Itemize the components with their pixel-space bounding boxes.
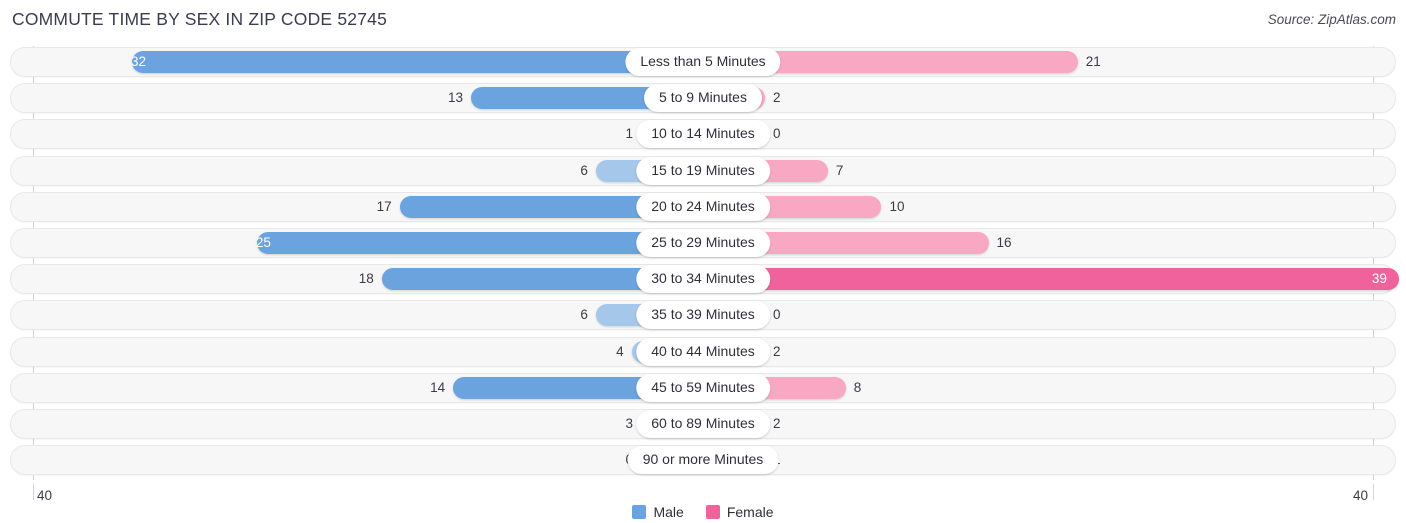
value-female: 0 [773,307,781,323]
category-label: 90 or more Minutes [627,446,779,475]
chart-row: 18 39 30 to 34 Minutes [0,261,1406,297]
legend-item-female[interactable]: Female [705,504,774,520]
category-label: 30 to 34 Minutes [636,265,770,294]
value-female: 2 [773,343,781,359]
value-female: 10 [889,198,905,214]
legend-swatch-icon [632,505,647,519]
chart-footer: 40 40 Male Female [0,484,1406,523]
chart-row: 32 21 Less than 5 Minutes [0,44,1406,80]
page-title: COMMUTE TIME BY SEX IN ZIP CODE 52745 [12,9,388,29]
chart-header: COMMUTE TIME BY SEX IN ZIP CODE 52745 So… [0,0,1406,44]
bar-female[interactable] [703,268,1399,291]
category-label: 35 to 39 Minutes [636,301,770,330]
value-female: 2 [773,415,781,431]
value-female: 7 [835,162,844,178]
value-male: 32 [130,54,146,69]
category-label: 40 to 44 Minutes [636,337,770,366]
value-male: 0 [573,449,633,471]
source-attribution: Source: ZipAtlas.com [1267,12,1396,27]
chart-row: 0190 or more Minutes [0,442,1406,478]
chart-row: 6 0 35 to 39 Minutes [0,297,1406,333]
legend-item-male[interactable]: Male [632,504,684,520]
category-label: Less than 5 Minutes [625,48,781,76]
legend-swatch-icon [705,505,720,519]
chart-row: 3 2 60 to 89 Minutes [0,406,1406,442]
value-female: 8 [853,379,862,395]
legend-label: Female [726,504,774,520]
axis-label-left: 40 [37,488,53,503]
chart-root: COMMUTE TIME BY SEX IN ZIP CODE 52745 So… [0,0,1406,523]
value-male: 3 [625,415,633,431]
value-male: 13 [448,90,464,106]
value-male: 25 [255,234,271,250]
chart-row: 6 7 15 to 19 Minutes [0,153,1406,189]
chart-row: 25 16 25 to 29 Minutes [0,225,1406,261]
value-female: 2 [773,90,781,106]
category-label: 45 to 59 Minutes [636,373,770,402]
category-label: 10 to 14 Minutes [636,120,770,149]
legend-label: Male [653,504,684,520]
value-female: 16 [996,234,1012,250]
category-label: 5 to 9 Minutes [644,84,762,113]
chart-row: 1 0 10 to 14 Minutes [0,116,1406,152]
chart-row: 17 10 20 to 24 Minutes [0,189,1406,225]
value-male: 18 [358,271,374,287]
category-label: 15 to 19 Minutes [636,156,770,185]
chart-row: 4 2 40 to 44 Minutes [0,334,1406,370]
chart-row: 14 8 45 to 59 Minutes [0,370,1406,406]
axis-label-right: 40 [1352,488,1368,503]
chart-row: 13 2 5 to 9 Minutes [0,80,1406,116]
value-male: 1 [625,126,633,142]
category-label: 25 to 29 Minutes [636,228,770,257]
category-label: 60 to 89 Minutes [636,409,770,438]
value-female: 0 [773,126,781,142]
value-female: 39 [1371,271,1387,287]
plot-area: 32 21 Less than 5 Minutes 13 2 5 to 9 Minutes… [0,44,1406,484]
category-label: 20 to 24 Minutes [636,192,770,221]
value-male: 14 [430,379,446,395]
value-female: 21 [1085,54,1101,69]
value-male: 17 [376,198,392,214]
axis-tick-right [1373,484,1374,500]
bar-male[interactable] [132,51,703,73]
chart-legend: Male Female [0,504,1406,520]
axis-tick-left [33,484,34,500]
value-male: 4 [616,343,624,359]
value-male: 6 [580,162,588,178]
value-male: 6 [580,307,588,323]
